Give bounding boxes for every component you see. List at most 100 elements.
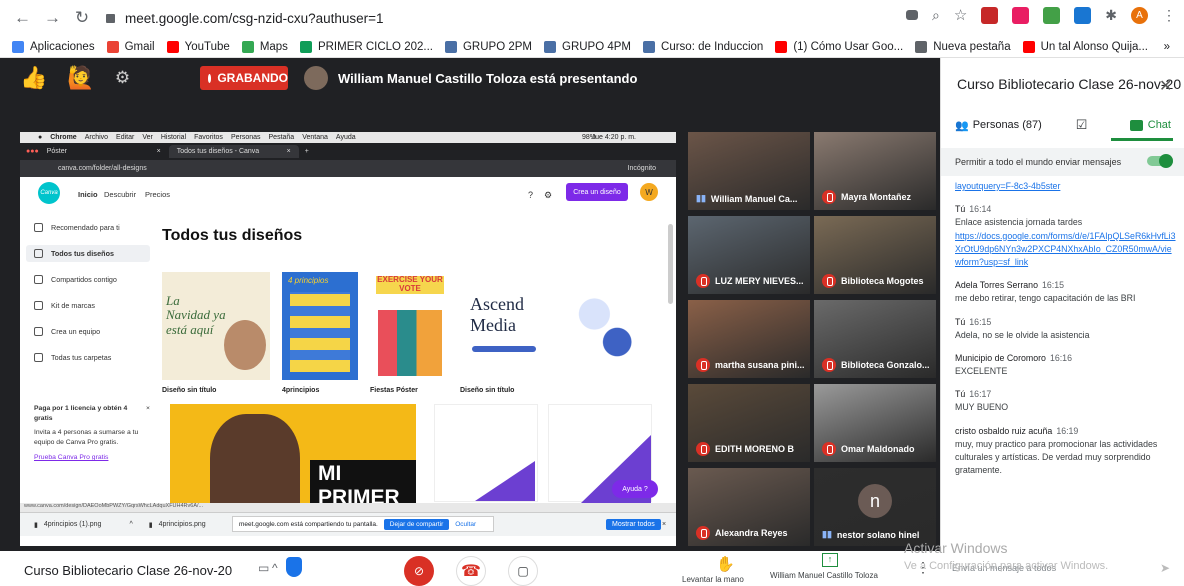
- bookmark-0[interactable]: Aplicaciones: [12, 40, 95, 53]
- canva-nav-discover[interactable]: Descubrir: [104, 190, 136, 199]
- end-call-button[interactable]: ☎: [456, 556, 486, 586]
- tab-people[interactable]: 👥 Personas (87): [955, 119, 1042, 132]
- bookmark-4[interactable]: PRIMER CICLO 202...: [299, 40, 433, 53]
- user-avatar[interactable]: W: [640, 183, 658, 201]
- raise-hand-label[interactable]: Levantar la mano: [682, 575, 744, 584]
- close-icon[interactable]: ✕: [1159, 76, 1172, 96]
- design-card-3[interactable]: EXERCISE YOUR VOTE: [370, 272, 450, 380]
- participant-tile[interactable]: Omar Maldonado: [814, 384, 936, 462]
- tab-close-icon[interactable]: ×: [157, 148, 161, 155]
- mac-menu-item[interactable]: Personas: [231, 134, 261, 141]
- canva-sidebar-item[interactable]: Todas tus carpetas: [34, 353, 111, 362]
- show-all-button[interactable]: Mostrar todos: [606, 519, 661, 530]
- close-icon[interactable]: ×: [662, 521, 666, 528]
- design-card-2[interactable]: 4 principios: [282, 272, 358, 380]
- design-card-4[interactable]: Ascend Media: [460, 272, 648, 380]
- message-link[interactable]: layoutquery=F-8c3-4b5ster: [955, 180, 1177, 193]
- extensions-puzzle-icon[interactable]: ✱: [1105, 7, 1117, 24]
- bookmark-5[interactable]: GRUPO 2PM: [444, 40, 532, 53]
- bookmark-1[interactable]: Gmail: [106, 40, 155, 53]
- bookmarks-overflow-icon[interactable]: »: [1164, 41, 1170, 53]
- participant-tile[interactable]: ▮▮ William Manuel Ca...: [688, 132, 810, 210]
- mac-menu-item[interactable]: Ventana: [302, 134, 328, 141]
- menu-kebab-icon[interactable]: ⋮: [1162, 7, 1176, 24]
- help-circle-icon[interactable]: ?: [528, 190, 533, 200]
- inner-url[interactable]: canva.com/folder/all-designs: [58, 165, 147, 172]
- help-button[interactable]: Ayuda ?: [612, 480, 658, 498]
- extension-icon[interactable]: [1074, 6, 1092, 24]
- bookmark-9[interactable]: Nueva pestaña: [915, 40, 1011, 53]
- extension-pdf-icon[interactable]: [981, 6, 999, 24]
- chevron-up-icon[interactable]: ^: [272, 561, 278, 575]
- canva-sidebar-item[interactable]: Kit de marcas: [34, 301, 95, 310]
- canva-sidebar-item[interactable]: Crea un equipo: [34, 327, 100, 336]
- allow-messages-toggle[interactable]: [1147, 154, 1173, 168]
- send-icon[interactable]: ➤: [1160, 561, 1170, 575]
- download-item[interactable]: 4principios.png: [159, 521, 206, 528]
- participant-tile[interactable]: Biblioteca Mogotes: [814, 216, 936, 294]
- participant-tile[interactable]: LUZ MERY NIEVES...: [688, 216, 810, 294]
- profile-avatar[interactable]: A: [1131, 6, 1148, 24]
- mac-menu-item[interactable]: Editar: [116, 134, 134, 141]
- canva-nav-home[interactable]: Inicio: [78, 190, 98, 199]
- forward-icon[interactable]: →: [44, 8, 61, 28]
- participant-tile[interactable]: Mayra Montañez: [814, 132, 936, 210]
- tab-close-icon[interactable]: ×: [287, 148, 291, 155]
- avatar-emoji-icon[interactable]: 🙋: [67, 65, 94, 91]
- stop-sharing-button[interactable]: Dejar de compartir: [383, 518, 450, 530]
- participant-tile[interactable]: Alexandra Reyes: [688, 468, 810, 546]
- captions-icon[interactable]: ▭: [258, 561, 269, 575]
- tab-poster[interactable]: Póster ×: [39, 145, 169, 158]
- mic-off-button[interactable]: ⊘: [404, 556, 434, 586]
- raise-hand-icon[interactable]: ✋: [716, 555, 735, 573]
- hide-button[interactable]: Ocultar: [455, 521, 476, 528]
- close-icon[interactable]: ×: [146, 404, 150, 414]
- canva-nav-pricing[interactable]: Precios: [145, 190, 170, 199]
- participant-tile[interactable]: n ▮▮ nestor solano hinel: [814, 468, 936, 546]
- participant-tile[interactable]: EDITH MORENO B: [688, 384, 810, 462]
- back-icon[interactable]: ←: [14, 8, 31, 28]
- mac-menu-item[interactable]: Ayuda: [336, 134, 356, 141]
- shield-icon[interactable]: [286, 557, 302, 577]
- mac-menu-item[interactable]: Favoritos: [194, 134, 223, 141]
- design-card-1[interactable]: La Navidad ya está aquí: [162, 272, 270, 380]
- bookmark-7[interactable]: Curso: de Induccion: [643, 40, 763, 53]
- reload-icon[interactable]: ↻: [74, 8, 90, 28]
- participant-tile[interactable]: martha susana pini...: [688, 300, 810, 378]
- address-bar[interactable]: meet.google.com/csg-nzid-cxu?authuser=1: [106, 11, 384, 26]
- presenting-label[interactable]: William Manuel Castillo Toloza: [770, 571, 878, 580]
- create-design-button[interactable]: Crea un diseño: [566, 183, 628, 201]
- download-item[interactable]: 4principios (1).png: [44, 521, 102, 528]
- bookmark-6[interactable]: GRUPO 4PM: [544, 40, 631, 53]
- bookmark-8[interactable]: (1) Cómo Usar Goo...: [775, 40, 903, 53]
- mac-menu-item[interactable]: Archivo: [85, 134, 108, 141]
- canva-sidebar-item[interactable]: Compartidos contigo: [34, 275, 117, 284]
- cast-icon[interactable]: [905, 10, 918, 20]
- design-card-6[interactable]: [434, 404, 538, 502]
- settings-icon[interactable]: ⚙: [544, 190, 552, 201]
- extension-icon[interactable]: [1012, 6, 1030, 24]
- chevron-up-icon[interactable]: ^: [129, 521, 132, 528]
- promo-link[interactable]: Prueba Canva Pro gratis: [34, 453, 146, 463]
- search-icon[interactable]: ⌕: [932, 7, 940, 24]
- bookmark-3[interactable]: Maps: [241, 40, 288, 53]
- message-link[interactable]: https://docs.google.com/forms/d/e/1FAIpQ…: [955, 230, 1177, 270]
- canva-sidebar-item[interactable]: Recomendado para ti: [34, 223, 120, 232]
- tab-chat[interactable]: Chat: [1129, 119, 1171, 131]
- bookmark-10[interactable]: Un tal Alonso Quija...: [1022, 40, 1148, 53]
- extension-icon[interactable]: [1043, 6, 1061, 24]
- tab-canva[interactable]: Todos tus diseños - Canva ×: [168, 145, 299, 158]
- thumbs-up-icon[interactable]: 👍: [20, 65, 47, 91]
- mac-menu-item[interactable]: Chrome: [50, 134, 76, 141]
- canva-sidebar-item[interactable]: Todos tus diseños: [26, 245, 150, 262]
- meeting-title[interactable]: Curso Bibliotecario Clase 26-nov-20: [24, 563, 232, 578]
- new-tab-icon[interactable]: +: [305, 148, 309, 155]
- mac-menu-item[interactable]: Ver: [142, 134, 153, 141]
- settings-gear-icon[interactable]: ⚙: [115, 68, 130, 88]
- canva-logo[interactable]: Canva: [38, 182, 60, 204]
- camera-button[interactable]: ▢: [508, 556, 538, 586]
- participant-tile[interactable]: Biblioteca Gonzalo...: [814, 300, 936, 378]
- bookmark-star-icon[interactable]: ☆: [954, 6, 967, 24]
- mac-menu-item[interactable]: Pestaña: [269, 134, 295, 141]
- activities-icon[interactable]: ☑: [1076, 117, 1088, 133]
